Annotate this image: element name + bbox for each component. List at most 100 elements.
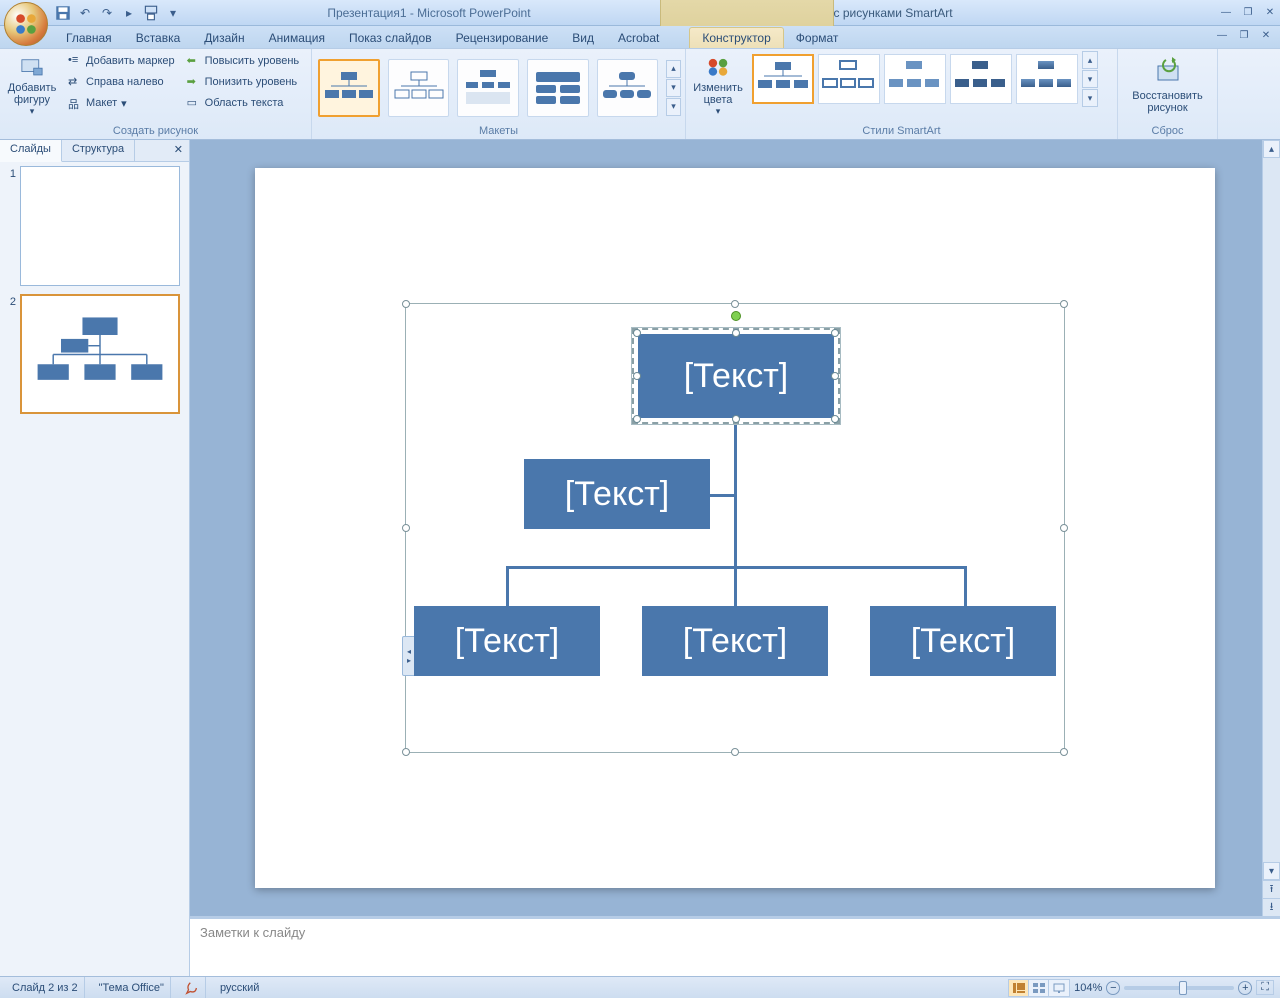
layout-icon: 品: [68, 96, 82, 110]
tab-insert[interactable]: Вставка: [124, 28, 193, 48]
status-language[interactable]: русский: [214, 977, 265, 998]
close-button[interactable]: ✕: [1260, 6, 1280, 20]
status-spell-icon[interactable]: [179, 977, 206, 998]
slide-thumb-1[interactable]: [20, 166, 180, 286]
tab-slideshow[interactable]: Показ слайдов: [337, 28, 444, 48]
slide-canvas[interactable]: ◂▸: [255, 168, 1215, 888]
thumb-number-2: 2: [4, 294, 16, 414]
office-button[interactable]: [4, 2, 48, 46]
zoom-out-icon[interactable]: −: [1106, 981, 1120, 995]
tab-review[interactable]: Рецензирование: [444, 28, 561, 48]
layout-gallery-item-2[interactable]: [388, 59, 450, 117]
org-node-child-2[interactable]: [Текст]: [642, 606, 828, 676]
restore-button[interactable]: ❐: [1238, 6, 1258, 20]
slideshow-icon[interactable]: ▸: [120, 4, 138, 22]
gallery-down-icon[interactable]: ▾: [666, 79, 681, 97]
sorter-view-icon[interactable]: [1029, 980, 1049, 996]
print-preview-icon[interactable]: [142, 4, 160, 22]
next-slide-icon[interactable]: ⭳: [1263, 898, 1280, 916]
scroll-down-icon[interactable]: ▾: [1263, 862, 1280, 880]
prev-slide-icon[interactable]: ⭱: [1263, 880, 1280, 898]
gallery-up-icon[interactable]: ▴: [666, 60, 681, 78]
org-node-assistant[interactable]: [Текст]: [524, 459, 710, 529]
promote-button[interactable]: ⬅Повысить уровень: [183, 51, 304, 71]
style-gallery-item-3[interactable]: [884, 54, 946, 104]
mdi-close-button[interactable]: ✕: [1256, 28, 1276, 42]
tab-home[interactable]: Главная: [54, 28, 124, 48]
mdi-minimize-button[interactable]: —: [1212, 28, 1232, 42]
ribbon-tabs: Главная Вставка Дизайн Анимация Показ сл…: [0, 26, 1280, 48]
qat-dropdown-icon[interactable]: ▾: [164, 4, 182, 22]
zoom-percent[interactable]: 104%: [1074, 982, 1102, 994]
rotate-handle[interactable]: [731, 311, 741, 321]
layout-gallery-item-3[interactable]: [457, 59, 519, 117]
status-theme[interactable]: "Тема Office": [93, 977, 171, 998]
redo-icon[interactable]: ↷: [98, 4, 116, 22]
text-pane-icon: ▭: [187, 96, 201, 110]
org-node-root[interactable]: [Текст]: [638, 334, 834, 418]
quick-access-toolbar: ↶ ↷ ▸ ▾: [54, 4, 182, 22]
zoom-slider[interactable]: [1124, 986, 1234, 990]
rtl-button[interactable]: ⇄Справа налево: [64, 72, 179, 92]
sidetab-slides[interactable]: Слайды: [0, 140, 62, 162]
layout-gallery-item-5[interactable]: [597, 59, 659, 117]
demote-icon: ➡: [187, 75, 201, 89]
tab-animation[interactable]: Анимация: [257, 28, 337, 48]
notes-pane[interactable]: Заметки к слайду: [190, 916, 1280, 976]
group-label-layouts: Макеты: [316, 124, 681, 139]
mdi-restore-button[interactable]: ❐: [1234, 28, 1254, 42]
title-bar: ↶ ↷ ▸ ▾ Презентация1 - Microsoft PowerPo…: [0, 0, 1280, 26]
smartart-frame[interactable]: ◂▸: [405, 303, 1065, 753]
mdi-controls: — ❐ ✕: [1212, 28, 1276, 42]
vertical-scrollbar[interactable]: ▴ ▾ ⭱ ⭳: [1262, 140, 1280, 916]
style-gallery-item-5[interactable]: [1016, 54, 1078, 104]
add-shape-button[interactable]: Добавить фигуру▾: [4, 51, 60, 119]
scroll-up-icon[interactable]: ▴: [1263, 140, 1280, 158]
fit-window-icon[interactable]: ⛶: [1256, 980, 1274, 995]
layout-gallery-item-1[interactable]: [318, 59, 380, 117]
sidetab-outline[interactable]: Структура: [62, 140, 135, 161]
org-node-child-3[interactable]: [Текст]: [870, 606, 1056, 676]
promote-icon: ⬅: [187, 54, 201, 68]
slides-panel: Слайды Структура ✕ 1 2: [0, 140, 190, 976]
style-gallery-item-4[interactable]: [950, 54, 1012, 104]
thumb-number-1: 1: [4, 166, 16, 286]
minimize-button[interactable]: —: [1216, 6, 1236, 20]
tab-design[interactable]: Дизайн: [192, 28, 256, 48]
bullet-icon: •≡: [68, 54, 82, 68]
save-icon[interactable]: [54, 4, 72, 22]
style-gallery-item-1[interactable]: [752, 54, 814, 104]
tab-smartart-format[interactable]: Формат: [784, 28, 851, 48]
tab-view[interactable]: Вид: [560, 28, 606, 48]
orgchart: [Текст] [Текст] [Текст]: [406, 304, 1064, 752]
panel-close-icon[interactable]: ✕: [168, 140, 189, 161]
normal-view-icon[interactable]: [1009, 980, 1029, 996]
zoom-in-icon[interactable]: +: [1238, 981, 1252, 995]
layout-gallery-item-4[interactable]: [527, 59, 589, 117]
window-controls: — ❐ ✕: [1216, 6, 1280, 20]
slideshow-view-icon[interactable]: [1049, 980, 1069, 996]
undo-icon[interactable]: ↶: [76, 4, 94, 22]
zoom-thumb[interactable]: [1179, 981, 1187, 995]
notes-placeholder: Заметки к слайду: [200, 925, 305, 940]
style-down-icon[interactable]: ▾: [1082, 70, 1098, 88]
change-colors-icon: [702, 53, 734, 80]
gallery-more-icon[interactable]: ▾: [666, 98, 681, 116]
ribbon: Добавить фигуру▾ •≡Добавить маркер ⇄Спра…: [0, 48, 1280, 140]
status-slide-indicator[interactable]: Слайд 2 из 2: [6, 977, 85, 998]
org-node-child-1[interactable]: [Текст]: [414, 606, 600, 676]
change-colors-button[interactable]: Изменить цвета▾: [690, 51, 746, 119]
reset-graphic-button[interactable]: Восстановить рисунок: [1123, 51, 1213, 119]
style-more-icon[interactable]: ▾: [1082, 89, 1098, 107]
add-bullet-button[interactable]: •≡Добавить маркер: [64, 51, 179, 71]
text-pane-button[interactable]: ▭Область текста: [183, 93, 304, 113]
style-gallery-item-2[interactable]: [818, 54, 880, 104]
tab-acrobat[interactable]: Acrobat: [606, 28, 671, 48]
status-bar: Слайд 2 из 2 "Тема Office" русский 104% …: [0, 976, 1280, 998]
group-label-styles: Стили SmartArt: [690, 124, 1113, 139]
tab-smartart-design[interactable]: Конструктор: [689, 27, 783, 48]
layout-button[interactable]: 品Макет▾: [64, 93, 179, 113]
slide-thumb-2[interactable]: [20, 294, 180, 414]
demote-button[interactable]: ➡Понизить уровень: [183, 72, 304, 92]
style-up-icon[interactable]: ▴: [1082, 51, 1098, 69]
